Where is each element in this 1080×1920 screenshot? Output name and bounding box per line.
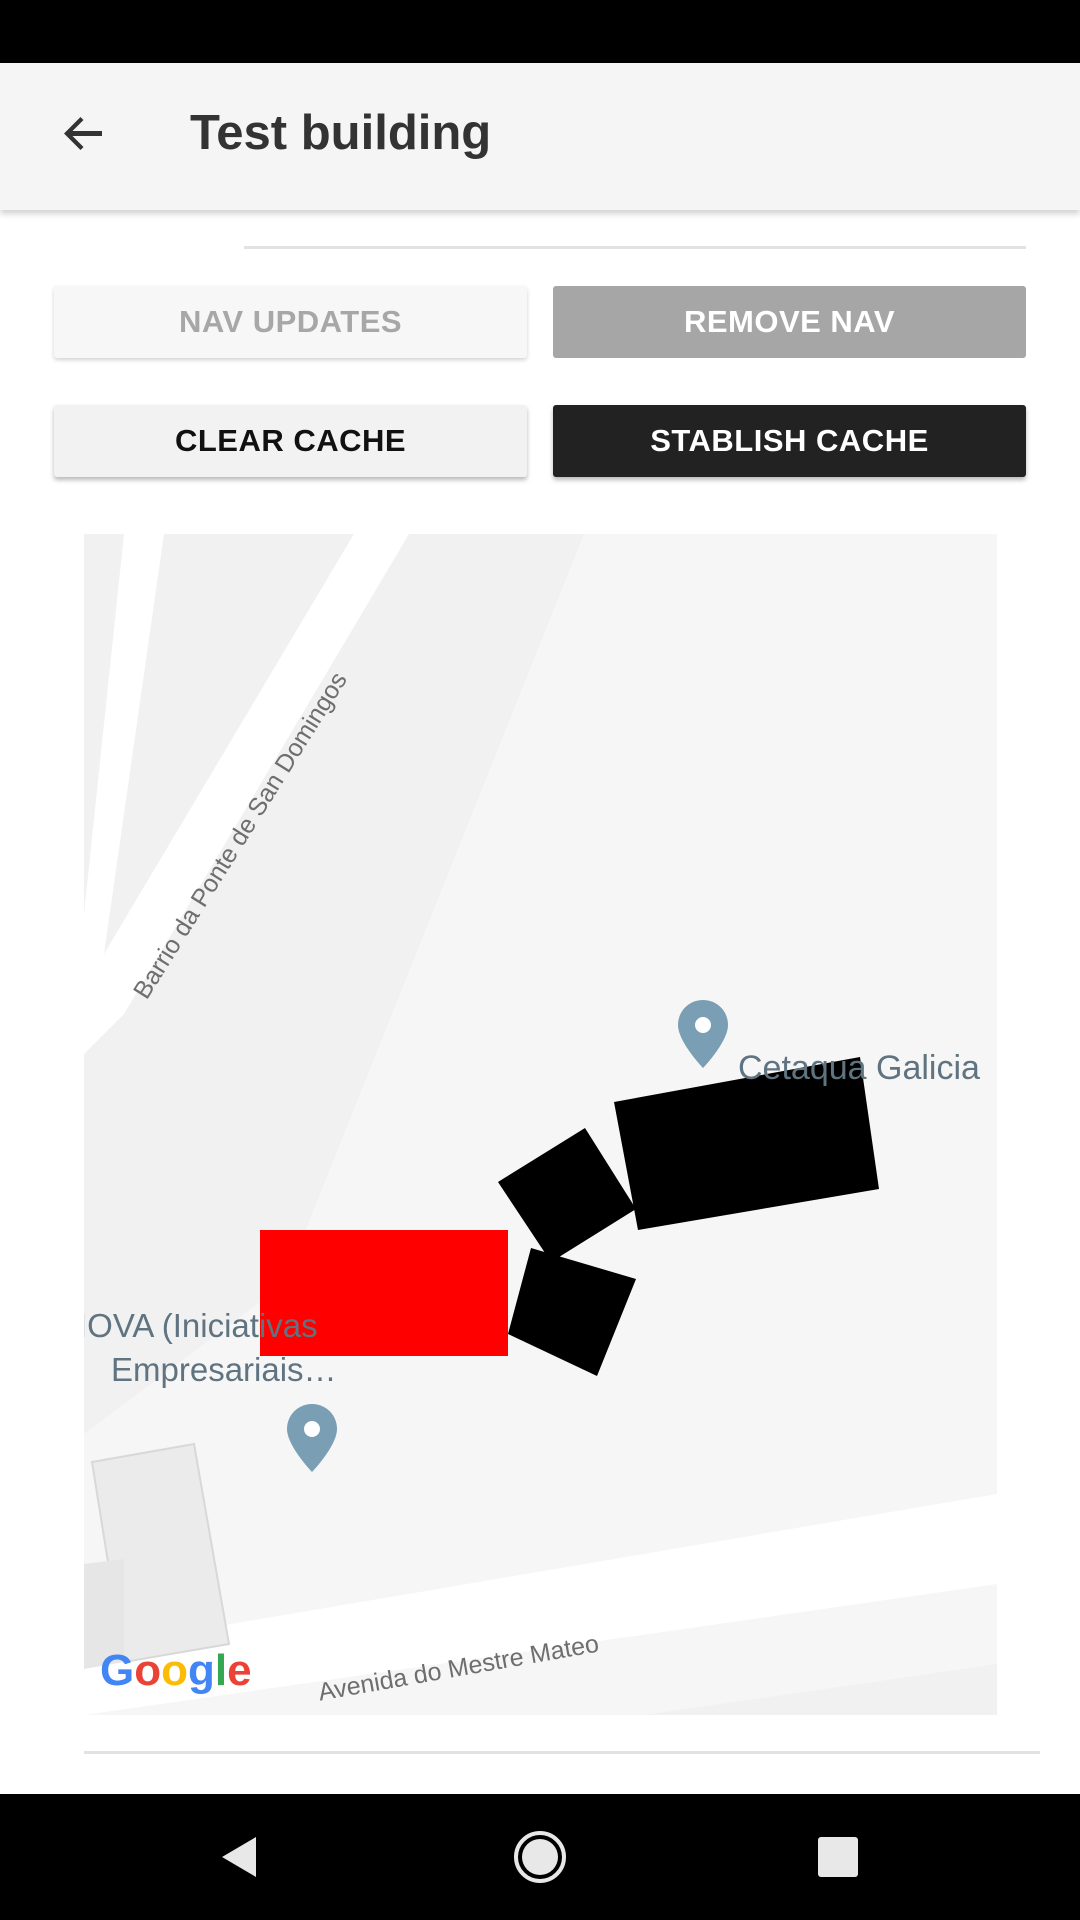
- stablish-cache-button[interactable]: STABLISH CACHE: [553, 405, 1026, 477]
- map-pin-icon[interactable]: [678, 1000, 728, 1068]
- map-view[interactable]: Barrio da Ponte de San Domingos Avenida …: [84, 534, 997, 1715]
- building-block: [508, 1248, 636, 1376]
- page-title: Test building: [190, 106, 492, 160]
- arrow-left-icon: [64, 117, 102, 150]
- clear-cache-button[interactable]: CLEAR CACHE: [54, 405, 527, 477]
- place-label[interactable]: Empresariais…: [111, 1351, 337, 1389]
- map-area: [644, 1664, 997, 1715]
- map-pin-icon[interactable]: [287, 1404, 337, 1472]
- building-block: [498, 1128, 636, 1262]
- back-button[interactable]: [44, 93, 124, 173]
- divider: [244, 246, 1026, 249]
- nav-updates-button[interactable]: NAV UPDATES: [54, 286, 527, 358]
- place-label[interactable]: Cetaqua Galicia: [738, 1049, 980, 1088]
- nav-home-button[interactable]: [495, 1812, 585, 1902]
- nav-back-triangle-icon: [222, 1837, 256, 1877]
- nav-recents-square-icon: [818, 1837, 858, 1877]
- remove-nav-button[interactable]: REMOVE NAV: [553, 286, 1026, 358]
- nav-home-circle-icon: [514, 1831, 566, 1883]
- app-bar: Test building: [0, 63, 1080, 210]
- nav-recents-button[interactable]: [793, 1812, 883, 1902]
- map-canvas: [84, 534, 997, 1715]
- place-label[interactable]: IOVA (Iniciativas: [84, 1307, 318, 1345]
- divider: [84, 1751, 1040, 1754]
- status-bar: [0, 0, 1080, 63]
- google-logo: Google: [100, 1646, 252, 1695]
- system-nav-bar: [0, 1794, 1080, 1920]
- nav-back-button[interactable]: [195, 1812, 285, 1902]
